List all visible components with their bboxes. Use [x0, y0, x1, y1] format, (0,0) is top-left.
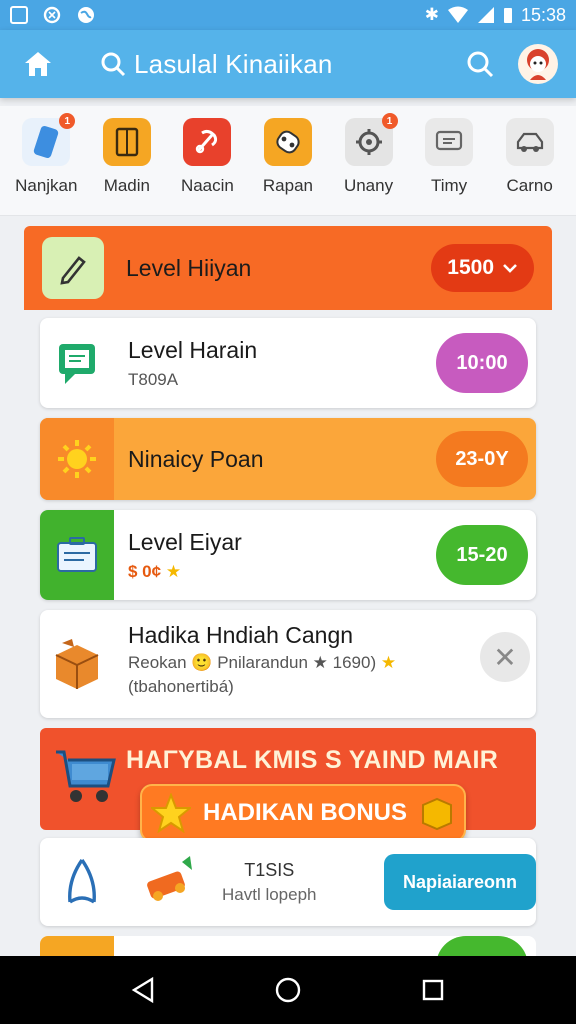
- category-naacin[interactable]: Naacin: [169, 106, 245, 215]
- avatar-icon: [527, 49, 549, 80]
- category-row: 1 Nanjkan Madin Naacin Rapan 1 Unany Tim…: [0, 106, 576, 216]
- category-timy[interactable]: Timy: [411, 106, 487, 215]
- card-text: Level Harain T809A: [128, 337, 257, 390]
- pencil-icon: [42, 237, 104, 299]
- chat-icon: [40, 318, 114, 408]
- card-subtitle-text: $ 0¢: [128, 561, 162, 581]
- level-header-title: Level Hiiyan: [126, 254, 252, 281]
- message-icon: [425, 118, 474, 166]
- card-subtitle: Reokan 🙂 Pnilarandun ★ 1690) ★: [128, 653, 396, 673]
- box-icon: [40, 622, 114, 706]
- list-item[interactable]: Ninaicy Poan 23-0Y: [40, 418, 536, 500]
- gear-icon: 1: [344, 113, 398, 166]
- card-title: Ninaicy Poan: [128, 445, 264, 472]
- close-button[interactable]: ✕: [480, 632, 530, 682]
- star-icon: [151, 793, 191, 833]
- controller-icon: [263, 118, 312, 166]
- signal-icon: [477, 7, 494, 23]
- category-badge: 1: [59, 113, 76, 129]
- promo-text: T1SIS Havtl lopeph: [222, 860, 317, 905]
- card-title: Hadika Hndiah Cangn: [128, 622, 354, 648]
- toy-icon: [147, 856, 192, 901]
- card-subtitle-text: Reokan 🙂 Pnilarandun ★ 1690): [128, 653, 377, 672]
- car-icon: [505, 118, 554, 166]
- app-title: Lasulal Kinaiikan: [134, 48, 333, 79]
- card-subtitle: $ 0¢ ★: [128, 562, 242, 582]
- category-label: Rapan: [262, 176, 314, 195]
- category-label: Nanjkan: [15, 176, 78, 195]
- star-icon: ★: [380, 653, 397, 672]
- card-text: Ninaicy Poan: [128, 446, 264, 473]
- category-madin[interactable]: Madin: [89, 106, 165, 215]
- bonus-button-label: HADIKAN BONUS: [203, 799, 407, 826]
- category-nanjkan[interactable]: 1 Nanjkan: [8, 106, 84, 215]
- sun-icon: [40, 418, 114, 500]
- status-time: 15:38: [520, 4, 566, 25]
- level-header[interactable]: Level Hiiyan 1500: [24, 226, 552, 310]
- category-label: Naacin: [180, 176, 234, 195]
- promo-card[interactable]: T1SIS Havtl lopeph Napiaiareonn: [40, 838, 536, 926]
- level-header-pill[interactable]: 1500: [431, 244, 534, 292]
- category-carno[interactable]: Carno: [492, 106, 568, 215]
- list-item[interactable]: Level Eiyar $ 0¢ ★ 15-20: [40, 510, 536, 600]
- card-title: Level Eiyar: [128, 528, 242, 555]
- bluetooth-icon: ✱: [424, 5, 439, 24]
- globe-icon: [78, 7, 94, 23]
- card-text: Level Eiyar $ 0¢ ★: [128, 529, 242, 582]
- card-subtitle-secondary: (tbahonertibá): [128, 677, 234, 696]
- card-pill[interactable]: 23-0Y: [436, 431, 528, 487]
- back-icon[interactable]: [119, 966, 167, 1014]
- wifi-icon: [447, 6, 468, 23]
- phone-icon: 1: [22, 113, 76, 166]
- cart-icon: [56, 750, 116, 802]
- bonus-button[interactable]: HADIKAN BONUS: [140, 784, 466, 842]
- search-icon[interactable]: [460, 44, 500, 84]
- card-pill[interactable]: 15-20: [436, 525, 528, 585]
- resistance-band-icon: [68, 859, 96, 904]
- close-icon: ✕: [493, 641, 517, 673]
- card-subtitle: T809A: [128, 369, 179, 389]
- system-nav-bar: [0, 956, 576, 1024]
- tool-icon: [183, 118, 232, 166]
- card-title: Level Harain: [128, 336, 258, 363]
- category-label: Timy: [430, 176, 468, 195]
- level-header-pill-value: 1500: [447, 256, 494, 279]
- category-label: Carno: [506, 176, 553, 195]
- bonus-title: HAΓYBAL KMIS S YAIND MAIR: [126, 746, 499, 774]
- status-bar: ✱ 15:38: [0, 0, 576, 30]
- home-icon[interactable]: [18, 44, 58, 84]
- battery-icon: [503, 8, 512, 23]
- promo-code: T1SIS: [244, 859, 295, 880]
- category-label: Unany: [343, 176, 394, 195]
- list-item[interactable]: Level Harain T809A 10:00: [40, 318, 536, 408]
- card-pill[interactable]: 10:00: [436, 333, 528, 393]
- category-label: Madin: [103, 176, 150, 195]
- avatar[interactable]: [518, 44, 558, 84]
- status-left-icons: [10, 5, 96, 25]
- category-badge: 1: [381, 113, 398, 129]
- search-icon[interactable]: [96, 47, 130, 81]
- sync-icon: [43, 6, 61, 24]
- card-text: Hadika Hndiah Cangn Reokan 🙂 Pnilarandun…: [128, 622, 396, 697]
- gold-cube-icon: [422, 797, 452, 831]
- document-icon: [102, 118, 151, 166]
- promo-button[interactable]: Napiaiareonn: [384, 854, 536, 910]
- star-icon: ★: [165, 561, 182, 581]
- category-unany[interactable]: 1 Unany: [331, 106, 407, 215]
- app-bar: Lasulal Kinaiikan: [0, 30, 576, 98]
- register-icon: [40, 510, 114, 600]
- promo-subtitle: Havtl lopeph: [222, 884, 317, 904]
- category-rapan[interactable]: Rapan: [250, 106, 326, 215]
- status-right-icons: ✱ 15:38: [425, 5, 566, 26]
- list-item[interactable]: Hadika Hndiah Cangn Reokan 🙂 Pnilarandun…: [40, 610, 536, 718]
- image-icon: [10, 6, 28, 24]
- recents-icon[interactable]: [409, 966, 457, 1014]
- home-circle-icon[interactable]: [264, 966, 312, 1014]
- chevron-down-icon: [503, 264, 517, 273]
